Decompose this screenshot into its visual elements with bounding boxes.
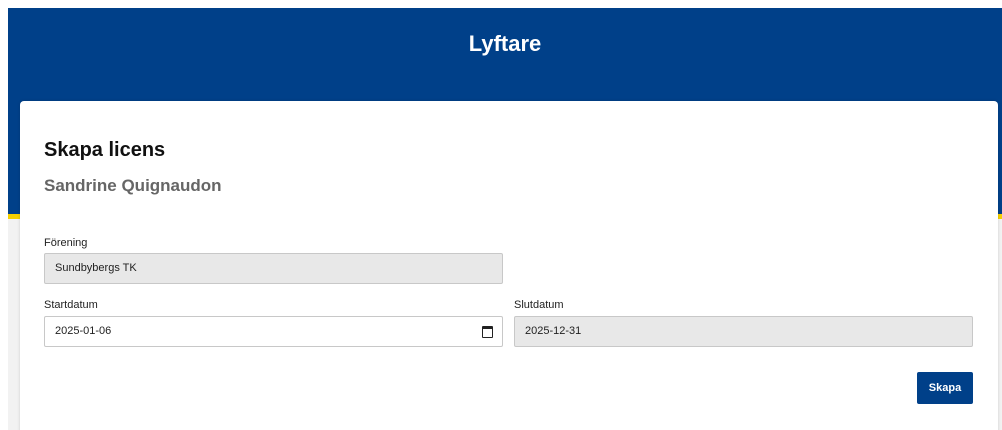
page-margin-top [0, 0, 1002, 8]
create-button[interactable]: Skapa [917, 372, 973, 404]
page-title: Lyftare [468, 31, 542, 56]
start-date-value: 2025-01-06 [55, 325, 112, 337]
create-license-card: Skapa licens Sandrine Quignaudon Förenin… [20, 101, 998, 430]
end-date-value: 2025-12-31 [525, 325, 582, 337]
end-date-label: Slutdatum [514, 299, 564, 311]
app-viewport: Lyftare Skapa licens Sandrine Quignaudon… [0, 0, 1002, 430]
start-date-label: Startdatum [44, 299, 98, 311]
card-title: Skapa licens [44, 139, 166, 161]
end-date-field: 2025-12-31 [514, 316, 973, 347]
lifter-name: Sandrine Quignaudon [44, 176, 222, 195]
club-field: Sundbybergs TK [44, 253, 503, 284]
start-date-input[interactable]: 2025-01-06 [44, 316, 503, 347]
club-value: Sundbybergs TK [55, 262, 137, 274]
calendar-icon[interactable] [482, 326, 493, 338]
club-label: Förening [44, 237, 88, 249]
page-margin-left [0, 0, 8, 430]
